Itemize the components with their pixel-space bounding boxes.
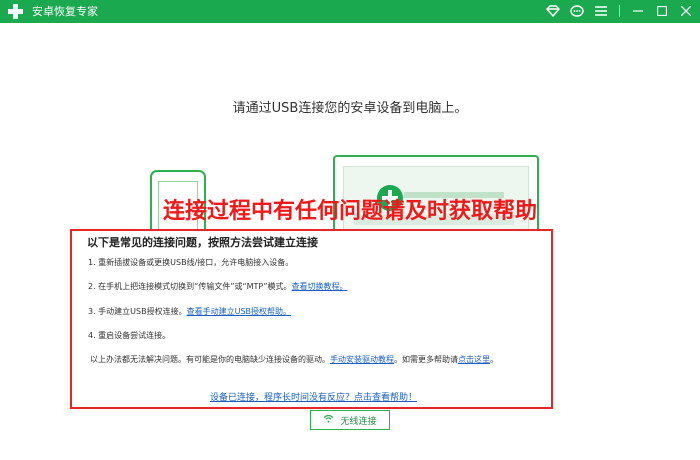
wireless-connect-button[interactable]: 无线连接 [310,410,390,430]
diamond-vip-icon[interactable] [545,2,561,20]
wireless-connect-label: 无线连接 [340,416,377,427]
maximize-icon[interactable] [654,2,670,20]
panel-heading: 以下是常见的连接问题，按照方法尝试建立连接 [87,236,318,249]
footer-text: 以上办法都无法解决问题。有可能是你的电脑缺少连接设备的驱动。 [90,355,330,364]
title-bar: 安卓恢复专家 [0,0,700,23]
connection-help-panel: 以下是常见的连接问题，按照方法尝试建立连接 1. 重新插拔设备或更换USB线/接… [70,229,553,409]
minimize-icon[interactable] [630,2,646,20]
divider [619,5,620,17]
footer-note: 以上办法都无法解决问题。有可能是你的电脑缺少连接设备的驱动。手动安装驱动教程。如… [90,354,498,365]
step-text: 1. 重新插拔设备或更换USB线/接口，允许电脑接入设备。 [88,258,294,267]
step-text: 3. 手动建立USB授权连接。 [88,307,187,316]
menu-icon[interactable] [593,2,609,20]
no-response-help-link[interactable]: 设备已连接，程序长时间没有反应？点击查看帮助！ [72,390,555,403]
step-item: 1. 重新插拔设备或更换USB线/接口，允许电脑接入设备。 [88,257,293,268]
app-title: 安卓恢复专家 [32,5,98,18]
footer-text: 。 [490,355,498,364]
step-item: 2. 在手机上把连接模式切换到“传输文件”或“MTP”模式。查看切换教程。 [88,281,348,292]
wifi-icon [323,414,334,426]
click-here-link[interactable]: 点击这里 [458,355,490,364]
footer-text: 。如需更多帮助请 [394,355,458,364]
step-text: 2. 在手机上把连接模式切换到“传输文件”或“MTP”模式。 [88,282,292,291]
step-text: 4. 重启设备尝试连接。 [88,331,171,340]
help-callout: 连接过程中有任何问题请及时获取帮助 [162,199,537,224]
page-title: 请通过USB连接您的安卓设备到电脑上。 [232,101,468,116]
app-logo-icon [7,3,24,20]
step-item: 4. 重启设备尝试连接。 [88,330,170,341]
chat-support-icon[interactable] [569,2,585,20]
switch-tutorial-link[interactable]: 查看切换教程。 [292,282,348,291]
window-controls [545,2,694,20]
usb-authorization-help-link[interactable]: 查看手动建立USB授权帮助。 [187,307,291,316]
step-item: 3. 手动建立USB授权连接。查看手动建立USB授权帮助。 [88,306,291,317]
close-icon[interactable] [678,2,694,20]
install-driver-link[interactable]: 手动安装驱动教程 [330,355,394,364]
